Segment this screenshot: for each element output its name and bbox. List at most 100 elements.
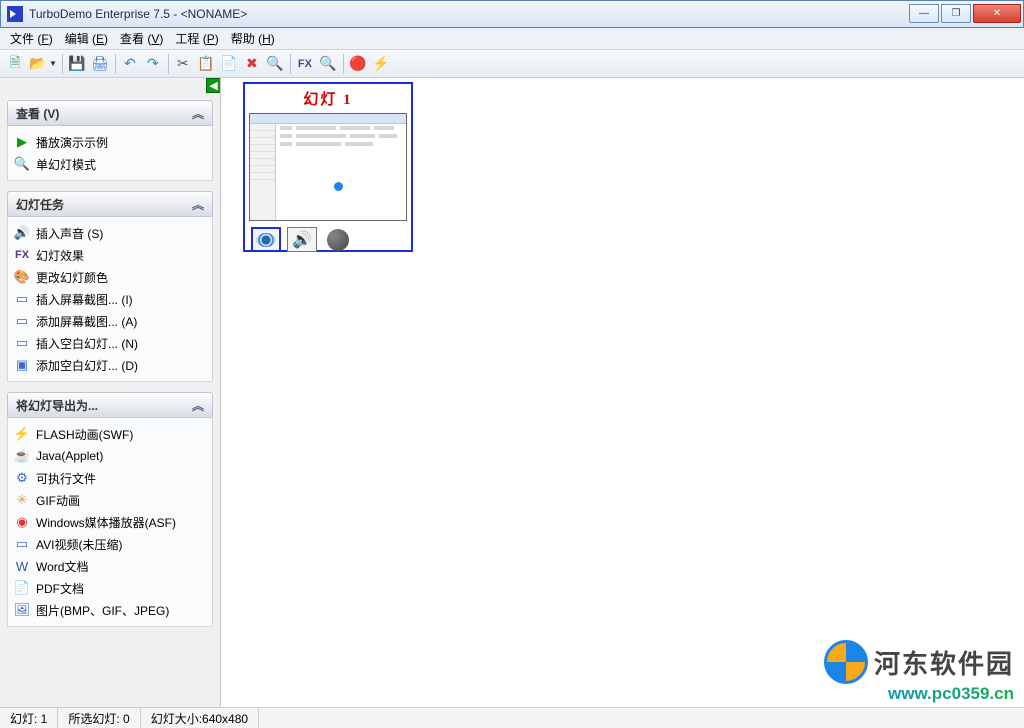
menu-h[interactable]: 帮助 (H) [225,28,281,49]
panel-body-export: ⚡ FLASH动画(SWF) ☕Java(Applet)⚙可执行文件✳GIF动画 ◉ W… [7,418,213,627]
menu-f[interactable]: 文件 (F) [4,28,59,49]
item-icon: 🔊 [14,225,30,241]
window-controls: — ❐ ✕ [907,4,1021,24]
item-icon: ⚙ [14,470,30,486]
lightning-icon[interactable]: ⚡ [370,53,392,75]
panel-title: 将幻灯导出为... [16,397,98,414]
panel-link[interactable]: ▭ AVI视频(未压缩) [12,533,208,555]
panel-link[interactable]: ▶播放演示示例 [12,131,208,153]
slide-preview [249,113,407,221]
item-icon: ▣ [14,357,30,373]
item-icon: 🎨 [14,269,30,285]
item-label: 播放演示示例 [36,134,108,151]
redo-icon[interactable]: ↷ [142,53,164,75]
item-icon: ⚡ [14,426,30,442]
toolbar: 🗎 📂▼ 💾 🖨 ↶ ↷ ✂ 📋 📄 ✖ 🔍 FX 🔍 🔴 ⚡ [0,50,1024,78]
copy-icon[interactable]: 📋 [195,53,217,75]
panel-link[interactable]: 🔍单幻灯模式 [12,153,208,175]
side-panel: ◀ 查看 (V) ︽ ▶播放演示示例🔍单幻灯模式 幻灯任务 ︽ 🔊 插入声音 (S… [0,78,221,707]
item-icon: ▭ [14,291,30,307]
item-label: AVI视频(未压缩) [36,536,122,553]
item-label: 幻灯效果 [36,247,84,264]
maximize-button[interactable]: ❐ [941,4,971,23]
panel-link[interactable]: W Word文档 [12,555,208,577]
item-icon: ☕ [14,448,30,464]
app-icon [7,6,23,22]
panel-link[interactable]: ☕Java(Applet) [12,445,208,467]
panel-link[interactable]: ▭ 插入空白幻灯... (N) [12,332,208,354]
menu-v[interactable]: 查看 (V) [114,28,169,49]
panel-link[interactable]: ◉ Windows媒体播放器(ASF) [12,511,208,533]
panel-link[interactable]: 🖼 图片(BMP、GIF、JPEG) [12,599,208,621]
watermark: 河东软件园 www.pc0359.cn [824,640,1014,704]
new-icon[interactable]: 🗎 [4,53,26,75]
undo-icon[interactable]: ↶ [119,53,141,75]
save-as-icon[interactable]: 🖨 [89,53,111,75]
speaker-icon[interactable]: 🔊 [287,227,317,252]
minimize-button[interactable]: — [909,4,939,23]
panel-link[interactable]: ▭ 插入屏幕截图... (I) [12,288,208,310]
separator [168,54,169,74]
slide-canvas[interactable]: 幻灯 1 🔊 [221,78,1024,707]
panel-tasks: 幻灯任务 ︽ 🔊 插入声音 (S) FX幻灯效果🎨更改幻灯颜色 ▭ 插入屏幕截图... … [7,191,213,382]
close-button[interactable]: ✕ [973,4,1021,23]
item-label: FLASH动画(SWF) [36,426,133,443]
menubar: 文件 (F)编辑 (E)查看 (V)工程 (P)帮助 (H) [0,28,1024,50]
zoom-icon[interactable]: 🔍 [317,53,339,75]
item-label: Windows媒体播放器(ASF) [36,514,176,531]
watermark-brand: 河东软件园 [874,644,1014,681]
chevron-up-icon: ︽ [192,105,204,122]
item-label: 插入空白幻灯... (N) [36,335,138,352]
record-icon[interactable]: 🔴 [347,53,369,75]
save-icon[interactable]: 💾 [66,53,88,75]
slide-mode-icons: 🔊 [249,227,407,252]
dropdown-arrow-icon[interactable]: ▼ [49,59,57,68]
item-label: 插入声音 (S) [36,225,103,242]
panel-link[interactable]: ✳GIF动画 [12,489,208,511]
panel-link[interactable]: 🔊 插入声音 (S) [12,222,208,244]
item-label: PDF文档 [36,580,84,597]
paste-icon[interactable]: 📄 [218,53,240,75]
panel-link[interactable]: ▭添加屏幕截图... (A) [12,310,208,332]
panel-header-export[interactable]: 将幻灯导出为... ︽ [7,392,213,418]
item-icon: 🔍 [14,156,30,172]
chevron-up-icon: ︽ [192,196,204,213]
panel-link[interactable]: FX幻灯效果 [12,244,208,266]
chevron-up-icon: ︽ [192,397,204,414]
panel-title: 查看 (V) [16,105,59,122]
item-icon: 📄 [14,580,30,596]
fx-icon[interactable]: FX [294,53,316,75]
collapse-sidebar-button[interactable]: ◀ [206,78,221,93]
slide-thumbnail-card[interactable]: 幻灯 1 🔊 [243,82,413,252]
panel-link[interactable]: 📄 PDF文档 [12,577,208,599]
panel-link[interactable]: ⚙可执行文件 [12,467,208,489]
menu-p[interactable]: 工程 (P) [169,28,224,49]
menu-e[interactable]: 编辑 (E) [59,28,114,49]
item-label: GIF动画 [36,492,80,509]
panel-link[interactable]: ▣添加空白幻灯... (D) [12,354,208,376]
item-icon: ▭ [14,335,30,351]
separator [343,54,344,74]
eye-icon[interactable] [251,227,281,252]
panel-link[interactable]: 🎨更改幻灯颜色 [12,266,208,288]
watermark-logo-icon [824,640,868,684]
item-label: 图片(BMP、GIF、JPEG) [36,602,169,619]
item-icon: ▭ [14,536,30,552]
item-label: 插入屏幕截图... (I) [36,291,133,308]
panel-body-view: ▶播放演示示例🔍单幻灯模式 [7,126,213,181]
separator [290,54,291,74]
open-icon[interactable]: 📂 [27,53,49,75]
panel-header-view[interactable]: 查看 (V) ︽ [7,100,213,126]
delete-icon[interactable]: ✖ [241,53,263,75]
item-icon: W [14,558,30,574]
find-icon[interactable]: 🔍 [264,53,286,75]
cursor-indicator-icon [334,182,343,191]
item-icon: ◉ [14,514,30,530]
item-label: Word文档 [36,558,88,575]
item-icon: 🖼 [14,602,30,618]
panel-link[interactable]: ⚡ FLASH动画(SWF) [12,423,208,445]
panel-header-tasks[interactable]: 幻灯任务 ︽ [7,191,213,217]
globe-icon[interactable] [323,227,353,252]
panel-export: 将幻灯导出为... ︽ ⚡ FLASH动画(SWF) ☕Java(Applet)⚙可… [7,392,213,627]
cut-icon[interactable]: ✂ [172,53,194,75]
